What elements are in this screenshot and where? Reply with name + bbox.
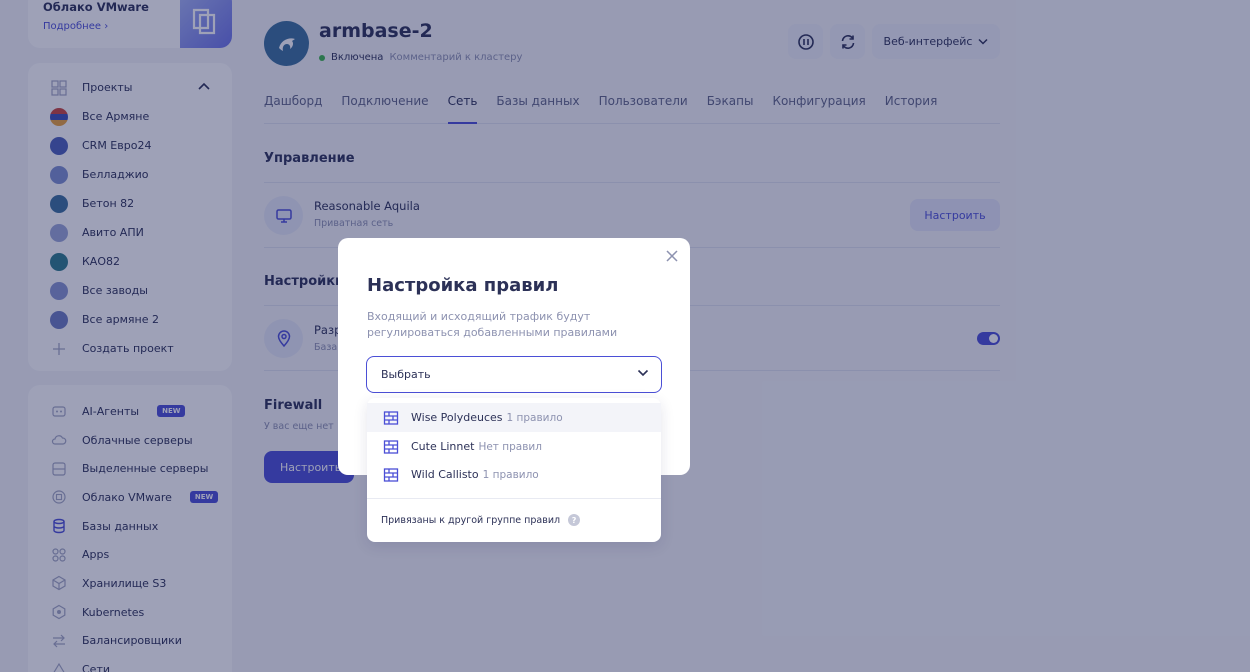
firewall-icon: [383, 410, 399, 425]
rules-dropdown: Wise Polydeuces 1 правило Cute Linnet Не…: [367, 398, 661, 542]
rule-group-option[interactable]: Cute Linnet Нет правил: [367, 432, 661, 461]
bound-to-other-group-label: Привязаны к другой группе правил: [381, 514, 561, 526]
rules-select[interactable]: Выбрать: [366, 356, 662, 393]
firewall-icon: [383, 467, 399, 482]
rule-group-option[interactable]: Wild Callisto 1 правило: [367, 460, 661, 489]
firewall-icon: [383, 439, 399, 454]
close-icon[interactable]: [665, 249, 679, 263]
modal-title: Настройка правил: [367, 275, 559, 296]
help-icon[interactable]: ?: [568, 514, 581, 526]
option-name: Wild Callisto: [411, 468, 479, 481]
chevron-down-icon: [637, 369, 649, 377]
modal-description: Входящий и исходящий трафик будут регули…: [367, 310, 618, 339]
divider: [367, 498, 661, 499]
option-name: Wise Polydeuces: [411, 411, 503, 424]
bound-to-other-group: Привязаны к другой группе правил ?: [381, 514, 581, 526]
option-count: Нет правил: [478, 440, 542, 453]
option-name: Cute Linnet: [411, 440, 475, 453]
option-count: 1 правило: [506, 411, 563, 424]
rules-select-value: Выбрать: [381, 368, 431, 381]
option-count: 1 правило: [482, 468, 539, 481]
rule-group-option[interactable]: Wise Polydeuces 1 правило: [367, 403, 661, 432]
